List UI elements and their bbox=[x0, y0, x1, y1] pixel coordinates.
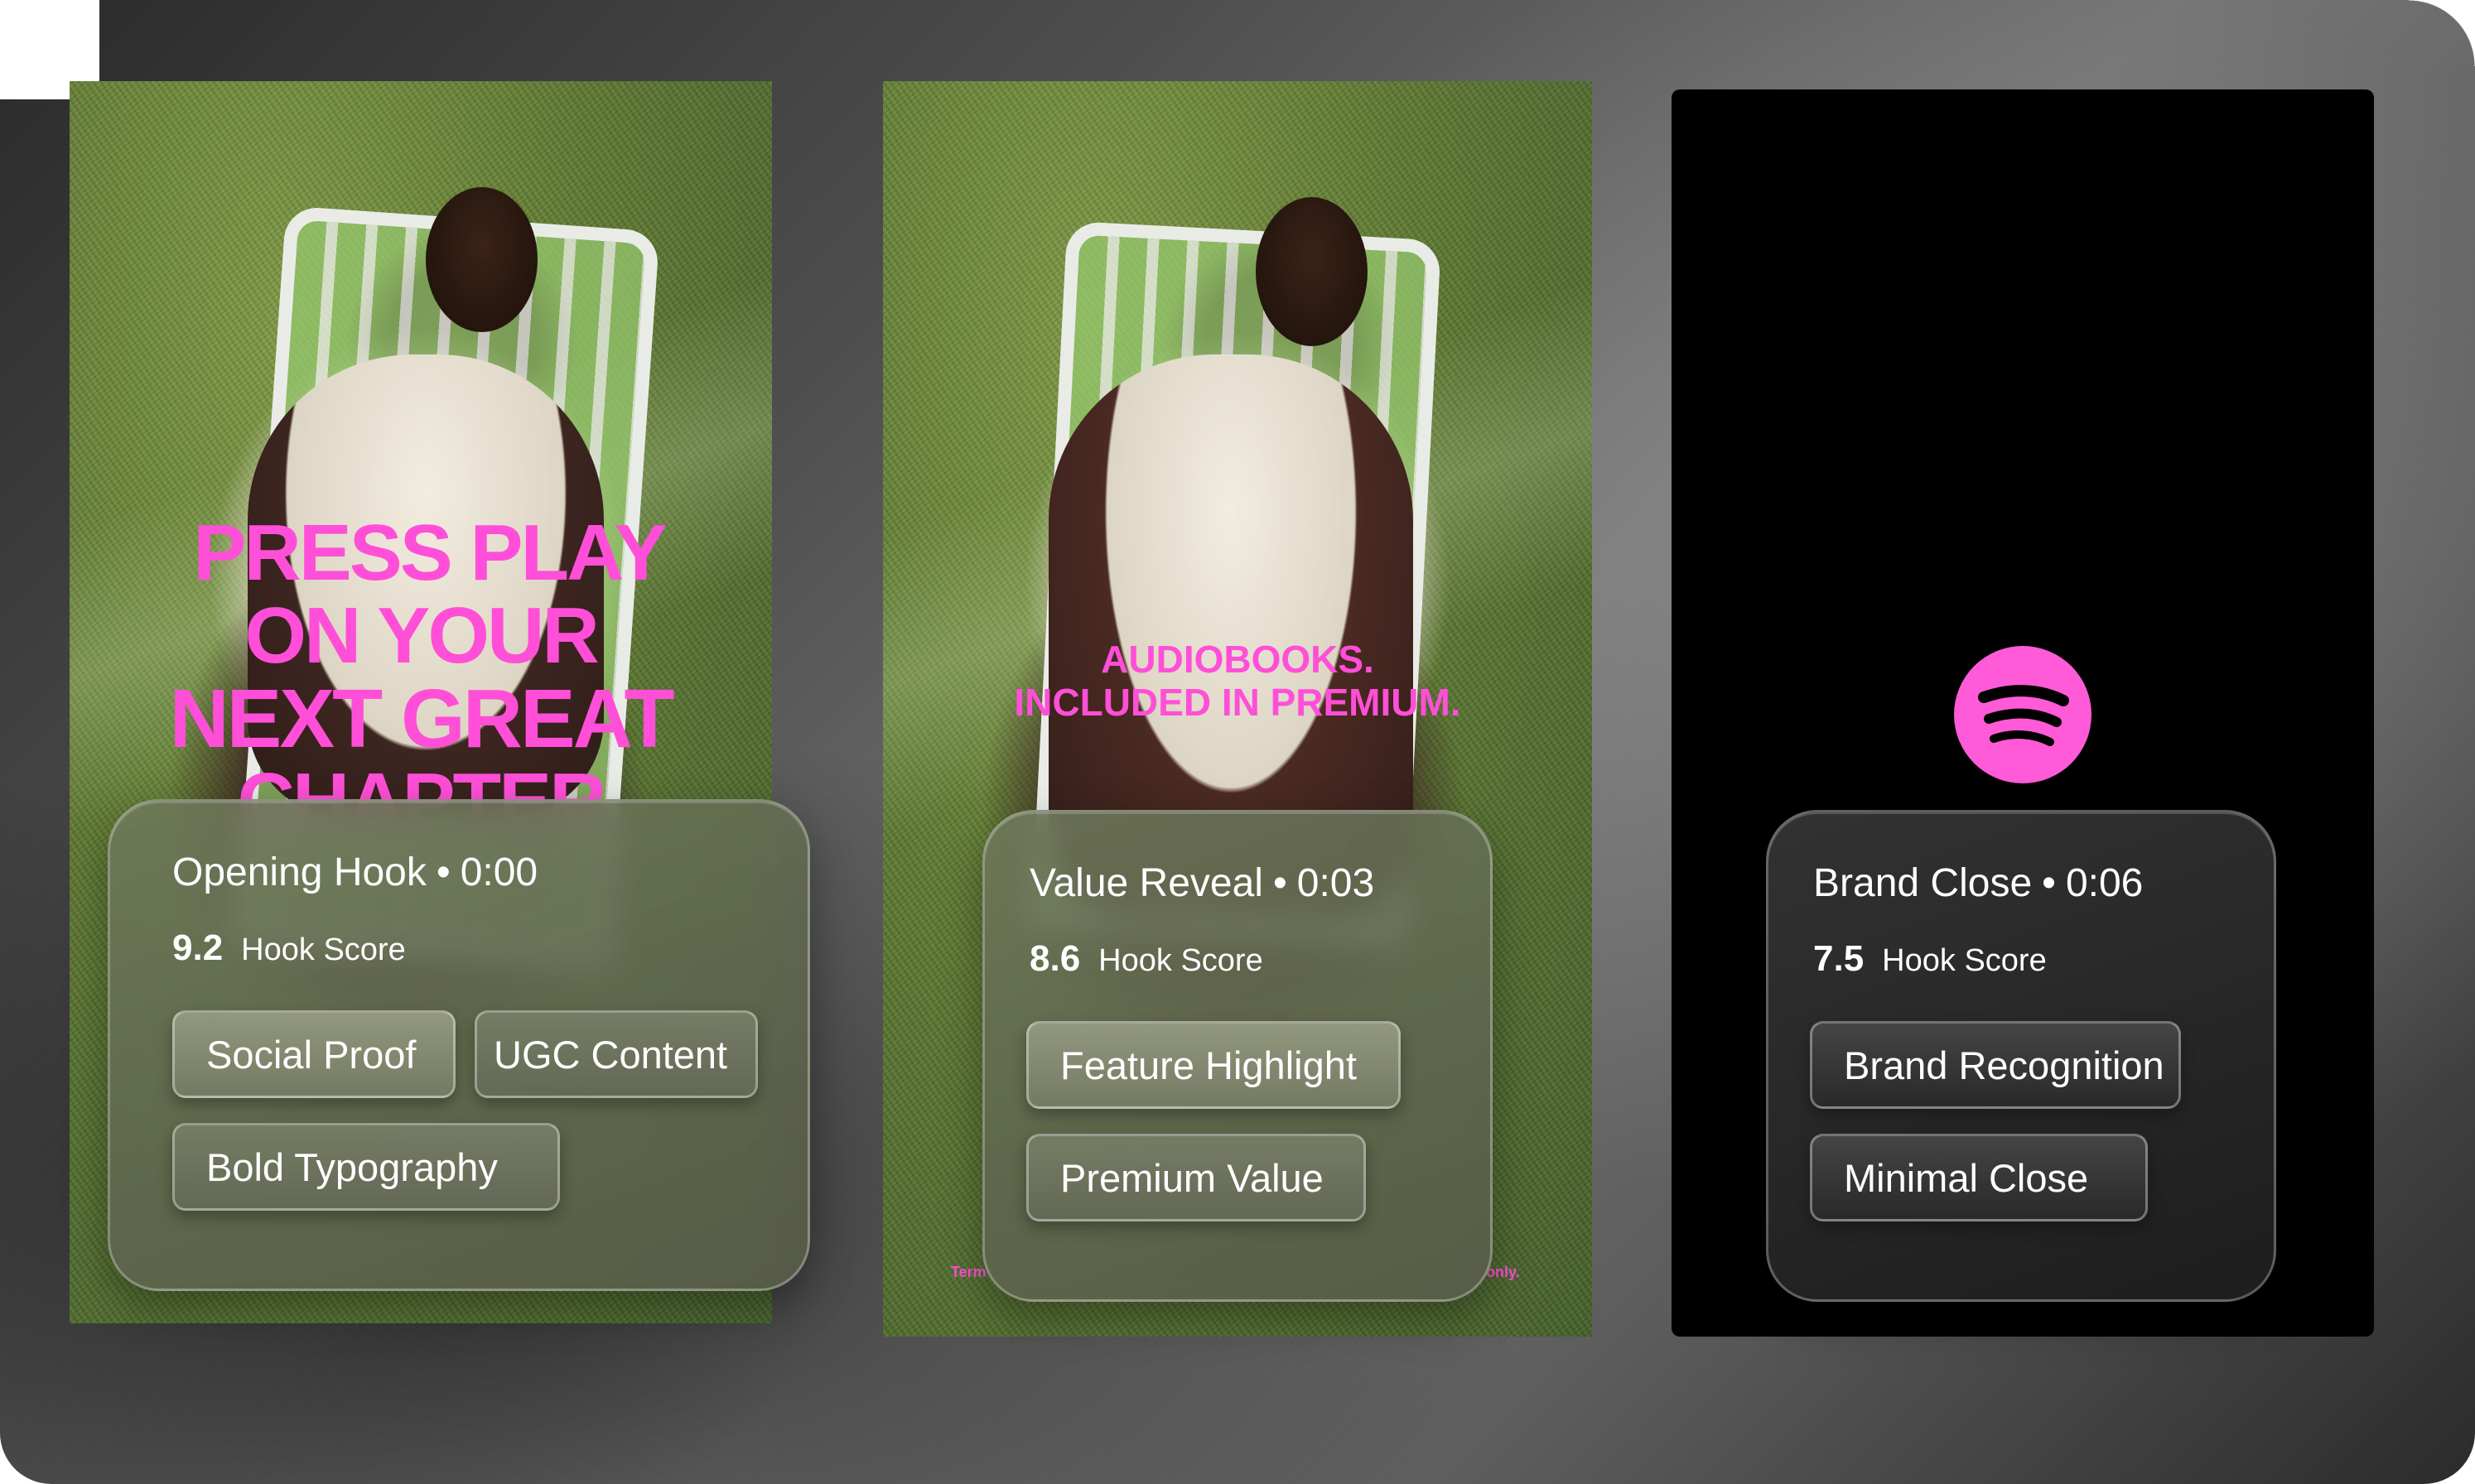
hook-score-value: 7.5 bbox=[1813, 938, 1865, 979]
headline-line-1: PRESS PLAY bbox=[193, 508, 667, 597]
headline-line-2: INCLUDED IN PREMIUM. bbox=[1014, 681, 1461, 724]
hook-score-label: Hook Score bbox=[1882, 943, 2047, 978]
headline-line-3: NEXT GREAT bbox=[169, 672, 674, 765]
segment-time: 0:03 bbox=[1296, 861, 1375, 905]
hook-score: 8.6 Hook Score bbox=[1030, 938, 1263, 980]
canvas-background: PRESS PLAY ON YOUR NEXT GREAT CHAPTER Op… bbox=[0, 0, 2475, 1484]
hook-score: 7.5 Hook Score bbox=[1813, 938, 2047, 980]
hook-score-value: 8.6 bbox=[1030, 938, 1081, 979]
hook-score: 9.2 Hook Score bbox=[172, 928, 406, 969]
title-separator: • bbox=[2042, 861, 2056, 905]
segment-time: 0:06 bbox=[2065, 861, 2144, 905]
hook-score-label: Hook Score bbox=[1098, 943, 1263, 978]
segment-card-brand-close[interactable]: Brand Close • 0:06 7.5 Hook Score Brand Rec… bbox=[1766, 810, 2276, 1302]
segment-name: Brand Close bbox=[1813, 861, 2033, 905]
segment-card-value-reveal[interactable]: Value Reveal • 0:03 8.6 Hook Score Feature … bbox=[982, 810, 1493, 1302]
tag-bold-typography[interactable]: Bold Typography bbox=[172, 1123, 560, 1211]
tag-minimal-close[interactable]: Minimal Close bbox=[1810, 1134, 2148, 1221]
segment-title: Brand Close • 0:06 bbox=[1813, 860, 2143, 906]
title-separator: • bbox=[1272, 861, 1287, 905]
legal-text-right: only. bbox=[1486, 1264, 1520, 1280]
headline-line-1: AUDIOBOOKS. bbox=[1101, 638, 1374, 681]
headline-line-2: ON YOUR bbox=[244, 591, 599, 680]
tag-feature-highlight[interactable]: Feature Highlight bbox=[1026, 1021, 1401, 1109]
person-head bbox=[426, 187, 538, 332]
segment-title: Opening Hook • 0:00 bbox=[172, 850, 538, 895]
tag-ugc-content[interactable]: UGC Content bbox=[475, 1010, 758, 1098]
segment-name: Value Reveal bbox=[1030, 861, 1263, 905]
segment-time: 0:00 bbox=[460, 850, 538, 894]
hook-score-label: Hook Score bbox=[241, 932, 406, 967]
segment-title: Value Reveal • 0:03 bbox=[1030, 860, 1374, 906]
legal-text-left: Term bbox=[951, 1264, 987, 1280]
hook-score-value: 9.2 bbox=[172, 928, 224, 968]
tag-brand-recognition[interactable]: Brand Recognition bbox=[1810, 1021, 2181, 1109]
spotify-waves-icon bbox=[1978, 685, 2069, 746]
headline-text: PRESS PLAY ON YOUR NEXT GREAT CHAPTER bbox=[70, 512, 772, 843]
person-head bbox=[1256, 197, 1368, 346]
headline-text: AUDIOBOOKS. INCLUDED IN PREMIUM. bbox=[883, 638, 1592, 724]
segment-card-opening-hook[interactable]: Opening Hook • 0:00 9.2 Hook Score Social P… bbox=[108, 799, 810, 1291]
tag-social-proof[interactable]: Social Proof bbox=[172, 1010, 456, 1098]
segment-name: Opening Hook bbox=[172, 850, 427, 894]
spotify-logo-icon bbox=[1954, 646, 2091, 783]
title-separator: • bbox=[436, 850, 451, 894]
tag-premium-value[interactable]: Premium Value bbox=[1026, 1134, 1366, 1221]
